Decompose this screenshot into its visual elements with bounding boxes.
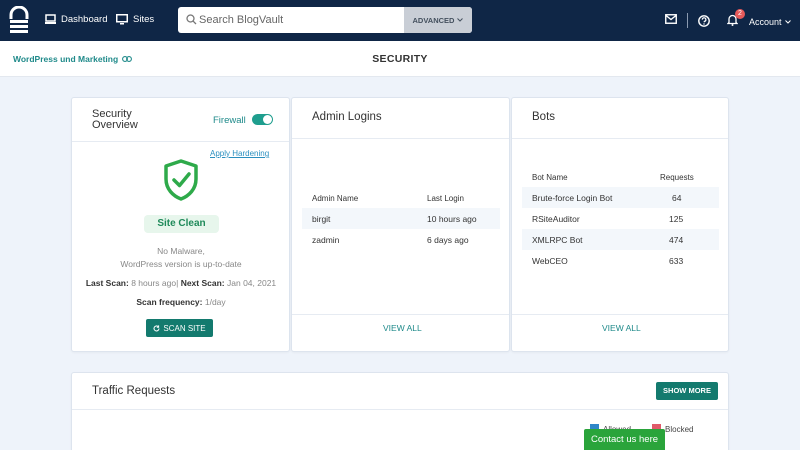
table-row: zadmin 6 days ago [302,229,500,250]
bots-card: Bots Bot Name Requests Brute-force Login… [511,97,729,352]
firewall-label: Firewall [213,115,246,126]
advanced-search-button[interactable]: ADVANCED [404,7,472,33]
page-title: SECURITY [372,53,428,65]
card-divider [512,314,728,315]
admin-logins-card: Admin Logins Admin Name Last Login birgi… [291,97,510,352]
blogvault-logo-icon[interactable] [8,6,30,36]
apply-hardening-link[interactable]: Apply Hardening [210,149,269,158]
search-icon [186,14,197,25]
sub-header: WordPress und Marketing SECURITY [0,41,800,77]
nav-sites-label: Sites [133,14,155,25]
shield-check-icon [164,159,198,201]
bot-requests: 125 [669,214,684,224]
column-header-requests: Requests [660,173,694,182]
admin-name: zadmin [312,235,340,245]
bots-title: Bots [532,111,556,123]
card-header: Security Overview Firewall [72,98,289,142]
column-header-bot-name: Bot Name [532,173,568,182]
scan-times: Last Scan: 8 hours ago| Next Scan: Jan 0… [72,278,290,288]
refresh-icon [153,324,160,331]
nav-dashboard[interactable]: Dashboard [45,14,107,25]
scan-frequency: Scan frequency: 1/day [72,297,290,307]
chevron-down-icon [457,18,464,22]
firewall-toggle[interactable] [252,114,273,125]
notification-badge: 2 [735,9,745,19]
card-header: Admin Logins [292,98,509,139]
column-header-admin-name: Admin Name [312,194,359,203]
contact-us-button[interactable]: Contact us here [584,429,665,450]
status-line-2: WordPress version is up-to-date [120,259,242,269]
toggle-knob [263,115,272,124]
table-row: birgit 10 hours ago [302,208,500,229]
next-scan-value: Jan 04, 2021 [227,278,277,288]
admin-logins-title: Admin Logins [312,111,382,123]
bot-requests: 633 [669,256,684,266]
last-login: 6 days ago [427,235,469,245]
search-bar: ADVANCED [178,7,472,33]
table-row: RSiteAuditor 125 [522,208,719,229]
navbar-divider [687,13,688,28]
scan-site-button[interactable]: SCAN SITE [146,319,213,337]
bot-name: Brute-force Login Bot [532,193,613,203]
scan-site-label: SCAN SITE [163,323,206,333]
last-scan-label: Last Scan: [85,278,129,288]
mail-icon[interactable] [665,14,677,24]
top-navbar: Dashboard Sites ADVANCED 2 Account [0,0,800,41]
help-icon[interactable] [698,15,710,27]
status-line-1: No Malware, [157,246,205,256]
advanced-label: ADVANCED [412,15,455,25]
last-login: 10 hours ago [427,214,477,224]
nav-dashboard-label: Dashboard [61,14,108,25]
dashboard-icon [45,14,56,24]
nav-sites[interactable]: Sites [116,14,154,25]
bot-requests: 474 [669,235,684,245]
bot-name: RSiteAuditor [532,214,580,224]
card-divider [292,314,509,315]
traffic-requests-title: Traffic Requests [92,385,176,397]
legend-blocked-label: Blocked [665,425,694,434]
bot-name: XMLRPC Bot [532,235,583,245]
monitor-icon [116,14,128,25]
account-menu[interactable]: Account [749,17,791,27]
bot-requests: 64 [672,193,682,203]
table-row: WebCEO 633 [522,250,719,271]
card-header: Bots [512,98,728,139]
bot-name: WebCEO [532,256,568,266]
site-status-badge: Site Clean [144,215,219,233]
chevron-down-icon [784,20,791,24]
admin-name: birgit [312,214,331,224]
security-overview-card: Security Overview Firewall Apply Hardeni… [71,97,290,352]
admin-logins-view-all-link[interactable]: VIEW ALL [383,323,422,333]
account-label: Account [749,17,782,27]
scan-frequency-label: Scan frequency: [136,297,203,307]
column-header-last-login: Last Login [427,194,464,203]
last-scan-value: 8 hours ago| [131,278,179,288]
table-row: Brute-force Login Bot 64 [522,187,719,208]
scan-frequency-value: 1/day [204,297,226,307]
card-header: Traffic Requests SHOW MORE [72,373,728,410]
next-scan-label: Next Scan: [180,278,225,288]
show-more-button[interactable]: SHOW MORE [656,382,718,400]
search-input[interactable] [199,7,399,33]
bots-view-all-link[interactable]: VIEW ALL [602,323,641,333]
table-row: XMLRPC Bot 474 [522,229,719,250]
security-overview-title: Security Overview [92,108,138,131]
